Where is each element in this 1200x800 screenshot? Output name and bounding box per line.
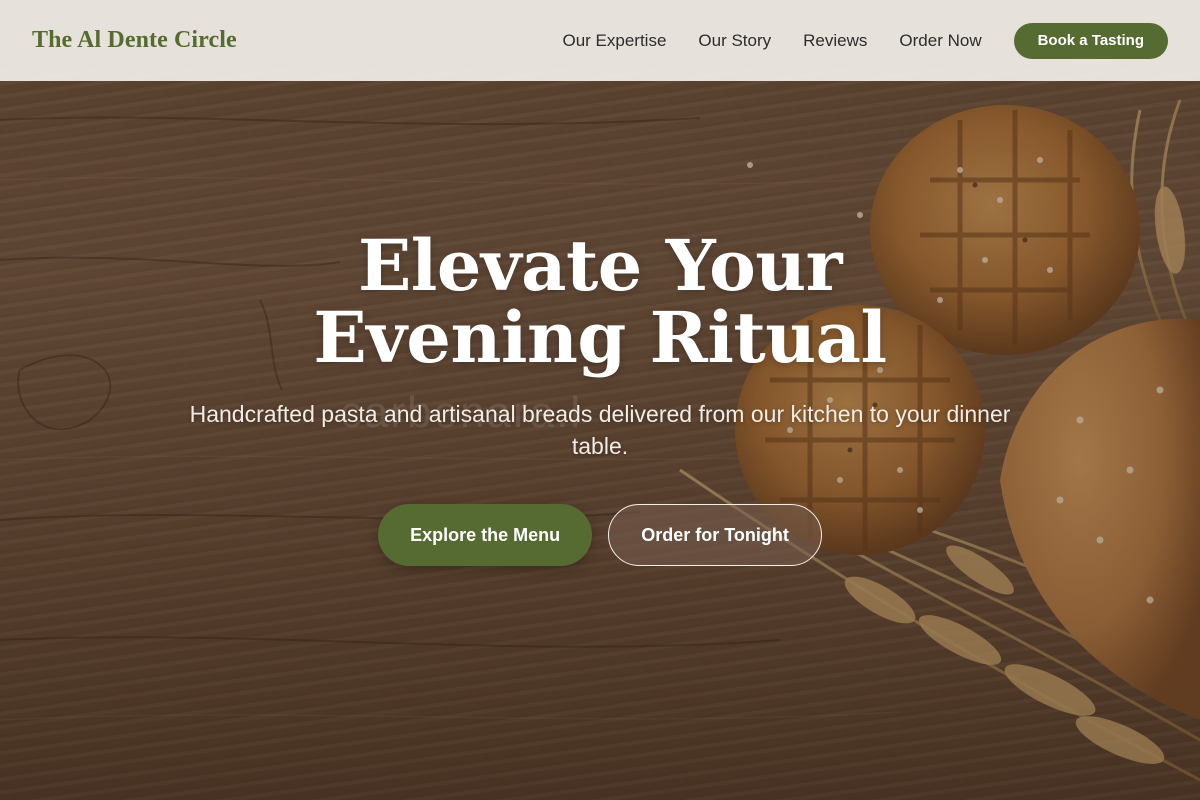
hero-subtitle: Handcrafted pasta and artisanal breads d…	[189, 401, 1011, 459]
order-tonight-button[interactable]: Order for Tonight	[608, 504, 822, 566]
nav-link-our-story[interactable]: Our Story	[698, 31, 771, 51]
brand-logo[interactable]: The Al Dente Circle	[32, 27, 237, 54]
nav-link-reviews[interactable]: Reviews	[803, 31, 867, 51]
site-header: The Al Dente Circle Our Expertise Our St…	[0, 0, 1200, 81]
nav-link-our-expertise[interactable]: Our Expertise	[562, 31, 666, 51]
main-nav: Our Expertise Our Story Reviews Order No…	[562, 22, 1168, 59]
book-tasting-button[interactable]: Book a Tasting	[1013, 22, 1168, 59]
explore-menu-button[interactable]: Explore the Menu	[378, 504, 593, 566]
nav-link-order-now[interactable]: Order Now	[899, 31, 981, 51]
hero-section: Elevate Your Evening Ritual Handcrafted …	[0, 230, 1200, 566]
hero-title: Elevate Your Evening Ritual	[313, 224, 887, 379]
hero-actions: Explore the Menu Order for Tonight	[0, 504, 1200, 566]
